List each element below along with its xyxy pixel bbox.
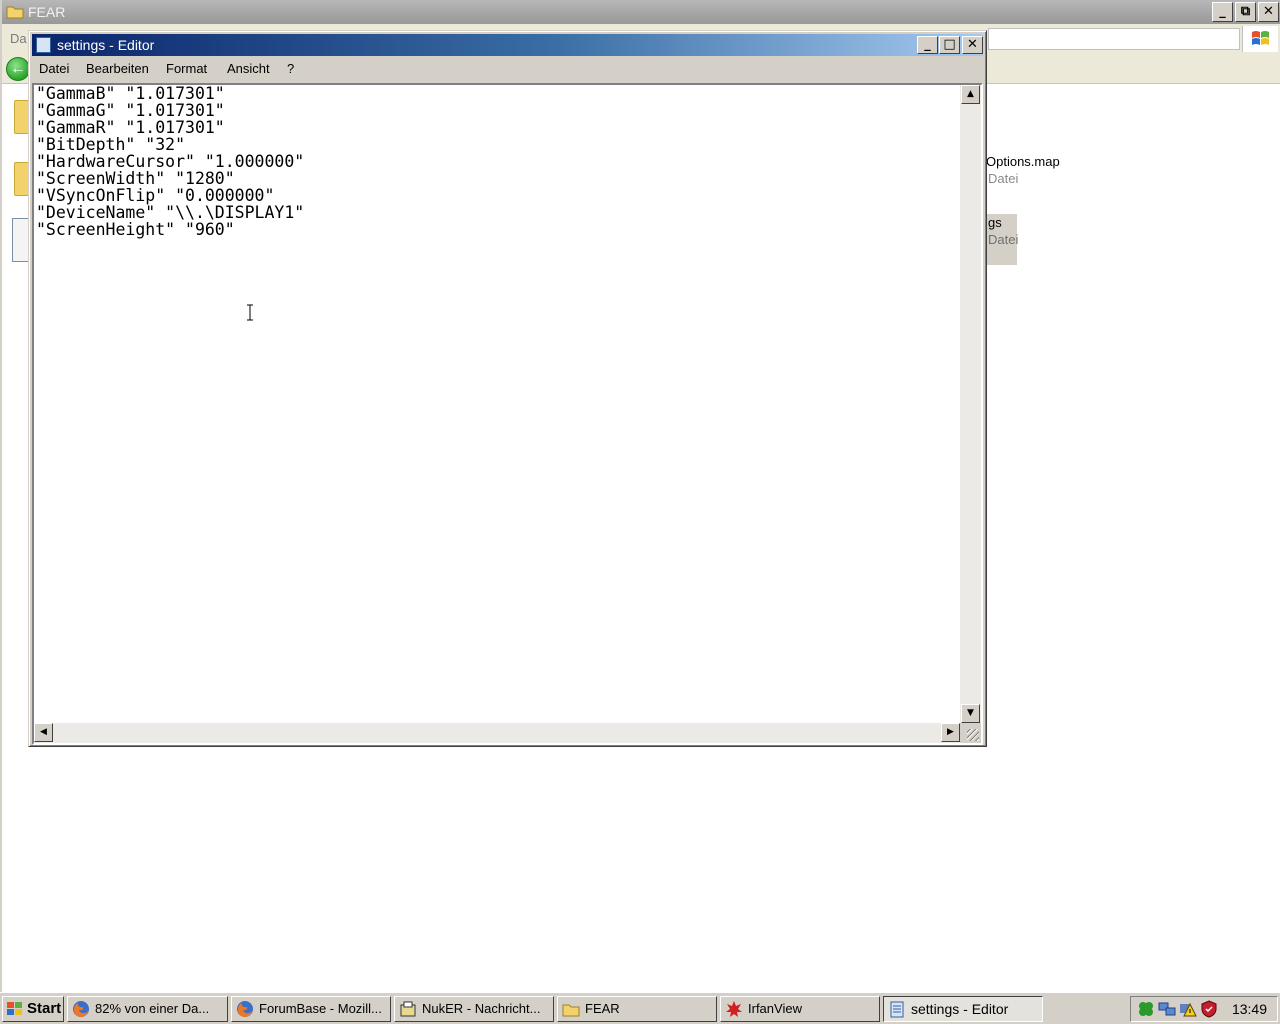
scroll-left-button[interactable]: ◀ [34,723,53,742]
file-type: Datei [988,232,1019,247]
task-button[interactable]: 82% von einer Da... [67,996,228,1022]
task-label: IrfanView [748,1001,802,1016]
minimize-button[interactable]: _ [917,36,938,54]
minimize-button[interactable]: _ [1212,2,1233,22]
task-label: FEAR [585,1001,620,1016]
text-editor-area[interactable]: "GammaB" "1.017301" "GammaG" "1.017301" "G… [32,83,983,745]
folder-icon [562,1004,580,1017]
text-line[interactable]: "GammaR" "1.017301" [36,119,960,136]
address-bar[interactable] [988,28,1240,50]
task-button[interactable]: NukER - Nachricht... [394,996,554,1022]
text-line[interactable]: "GammaG" "1.017301" [36,102,960,119]
menu-help[interactable]: ? [287,61,294,76]
menu-bearbeiten[interactable]: Bearbeiten [86,61,149,76]
notepad-icon [890,1001,904,1018]
text-line[interactable]: "VSyncOnFlip" "0.000000" [36,187,960,204]
text-line[interactable]: "ScreenWidth" "1280" [36,170,960,187]
shield-icon[interactable] [1200,1000,1218,1018]
menu-ansicht[interactable]: Ansicht [227,61,270,76]
text-line[interactable]: "BitDepth" "32" [36,136,960,153]
file-type: Datei [988,171,1019,186]
taskbar: Start 82% von einer Da... ForumBase - Mo… [0,992,1280,1024]
notepad-window: settings - Editor _ □ ✕ Datei Bearbeiten… [28,30,987,747]
windows-flag-icon [7,1002,22,1015]
close-button[interactable]: ✕ [962,36,983,54]
close-button[interactable]: ✕ [1258,2,1279,22]
folder-icon [6,6,24,19]
text-line[interactable]: "HardwareCursor" "1.000000" [36,153,960,170]
resize-grip-icon [967,729,979,741]
task-button[interactable]: ForumBase - Mozill... [231,996,391,1022]
warning-icon[interactable] [1179,1000,1197,1018]
vertical-scrollbar[interactable]: ▲ ▼ [960,85,981,723]
window-title: settings - Editor [57,37,155,53]
file-name[interactable]: gs [988,215,1002,230]
firefox-icon [73,1001,89,1018]
scroll-right-button[interactable]: ▶ [941,723,960,742]
network-icon[interactable] [1158,1000,1176,1018]
task-label: 82% von einer Da... [95,1001,210,1016]
notepad-menu-bar: Datei Bearbeiten Format Ansicht ? [32,57,983,81]
newsreader-icon [400,1001,416,1017]
clock[interactable]: 13:49 [1232,1001,1267,1017]
menu-format[interactable]: Format [166,61,207,76]
start-label: Start [27,1000,62,1017]
start-button[interactable]: Start [2,996,64,1022]
file-name[interactable]: Options.map [986,154,1060,169]
maximize-button[interactable]: □ [939,36,960,54]
notepad-icon [36,37,51,53]
explorer-title-bar[interactable]: FEAR _ ⧉ ✕ [2,0,1280,24]
notepad-title-bar[interactable]: settings - Editor _ □ ✕ [32,34,983,56]
back-arrow-icon[interactable]: ← [6,57,30,81]
task-button[interactable]: IrfanView [720,996,880,1022]
text-line[interactable]: "DeviceName" "\\.\DISPLAY1" [36,204,960,221]
irfanview-icon [726,1001,742,1017]
task-label: NukER - Nachricht... [422,1001,541,1016]
text-cursor-icon [246,304,253,321]
clover-icon[interactable] [1137,1000,1155,1018]
scroll-up-button[interactable]: ▲ [961,85,980,104]
task-label: ForumBase - Mozill... [259,1001,382,1016]
task-button-active[interactable]: settings - Editor [883,996,1043,1022]
text-line[interactable]: "GammaB" "1.017301" [36,85,960,102]
horizontal-scrollbar[interactable]: ◀ ▶ [34,723,960,743]
firefox-icon [237,1001,253,1018]
system-tray: 13:49 [1130,996,1278,1022]
task-button[interactable]: FEAR [557,996,717,1022]
windows-logo-icon [1242,26,1278,52]
restore-button[interactable]: ⧉ [1235,2,1256,22]
explorer-title: FEAR [28,4,66,20]
scroll-down-button[interactable]: ▼ [961,704,980,723]
resize-grip[interactable] [960,723,981,743]
text-content[interactable]: "GammaB" "1.017301" "GammaG" "1.017301" "G… [36,85,960,721]
menu-file[interactable]: Da [10,31,27,46]
task-label: settings - Editor [911,1001,1009,1017]
text-line[interactable]: "ScreenHeight" "960" [36,221,960,238]
menu-datei[interactable]: Datei [39,61,69,76]
